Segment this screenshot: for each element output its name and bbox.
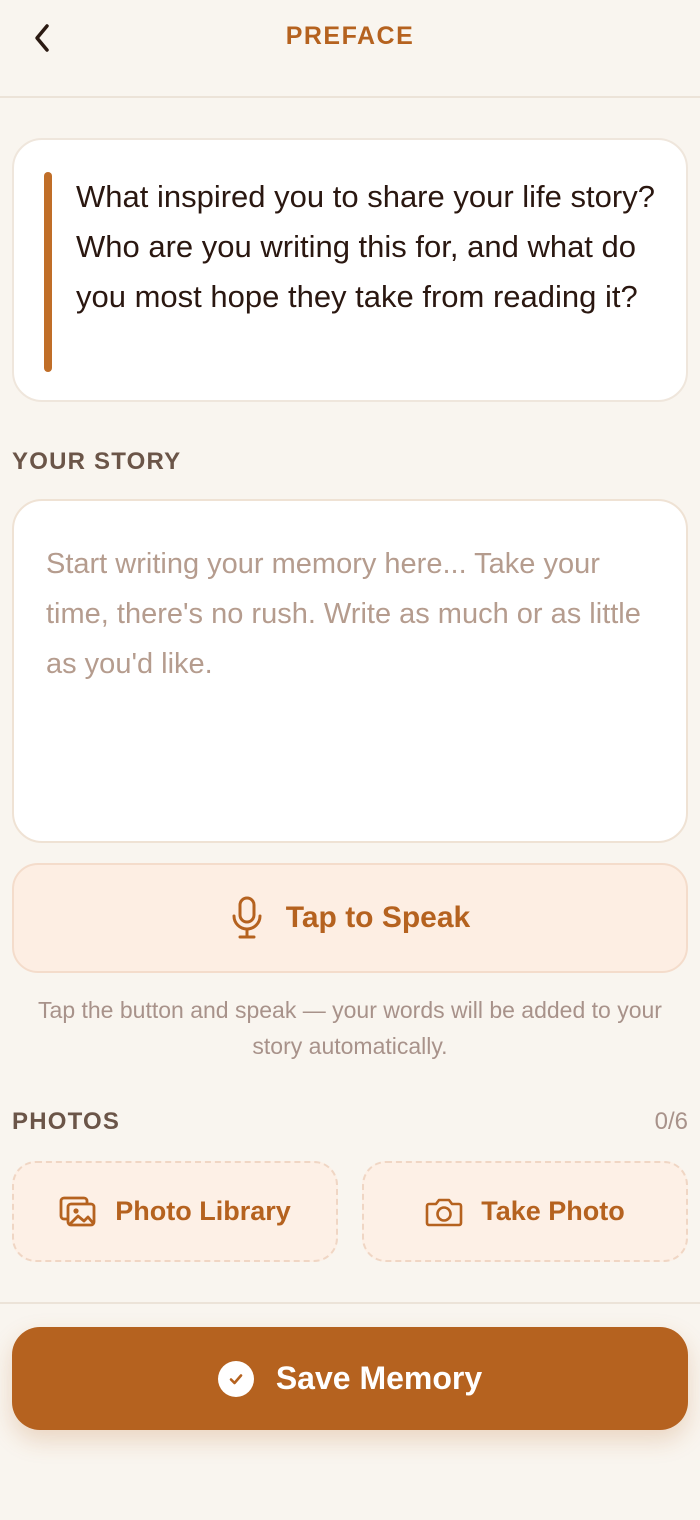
- prompt-question: What inspired you to share your life sto…: [76, 179, 655, 314]
- camera-icon: [425, 1198, 463, 1226]
- photo-count: 0/6: [654, 1108, 688, 1135]
- photo-library-label: Photo Library: [115, 1196, 291, 1226]
- photo-library-button[interactable]: Photo Library: [12, 1161, 338, 1262]
- story-box[interactable]: [12, 499, 688, 843]
- footer-divider: [0, 1302, 700, 1304]
- take-photo-button[interactable]: Take Photo: [362, 1161, 688, 1262]
- photos-label: PHOTOS: [12, 1108, 121, 1135]
- take-photo-label: Take Photo: [481, 1196, 625, 1226]
- tap-to-speak-label: Tap to Speak: [285, 901, 471, 934]
- your-story-label: YOUR STORY: [12, 448, 182, 475]
- prompt-accent-bar: [44, 172, 52, 372]
- microphone-icon: [232, 896, 262, 939]
- photo-library-icon: [59, 1196, 96, 1226]
- story-input[interactable]: [46, 539, 656, 819]
- prompt-card: What inspired you to share your life sto…: [12, 138, 688, 402]
- top-bar: PREFACE: [0, 0, 700, 98]
- tap-to-speak-button[interactable]: Tap to Speak: [12, 863, 688, 973]
- speak-hint: Tap the button and speak — your words wi…: [38, 997, 662, 1059]
- check-circle-icon: [217, 1360, 254, 1397]
- save-memory-label: Save Memory: [275, 1360, 483, 1396]
- page-title: PREFACE: [285, 22, 415, 50]
- save-memory-button[interactable]: Save Memory: [12, 1327, 688, 1430]
